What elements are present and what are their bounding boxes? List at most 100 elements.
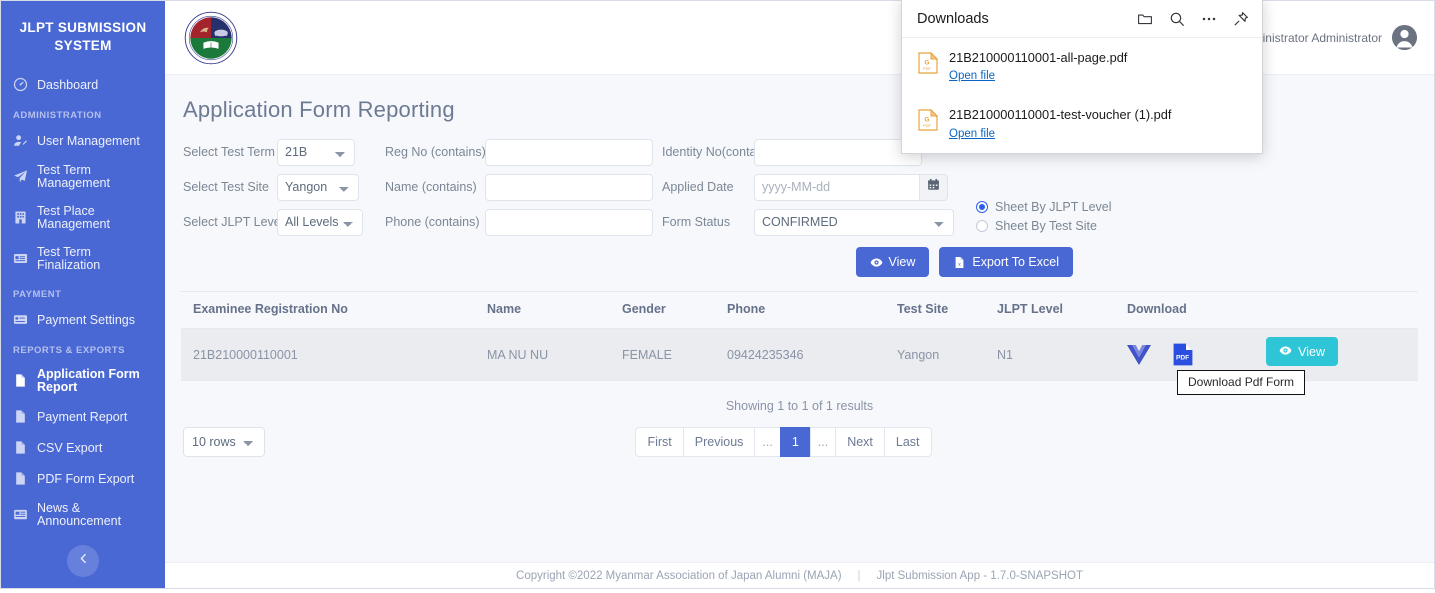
export-to-excel-button[interactable]: x Export To Excel [939, 247, 1073, 277]
sidebar-item-application-form-report[interactable]: Application Form Report [1, 360, 165, 401]
select-jlpt-level[interactable]: All Levels [277, 208, 363, 236]
more-options-icon[interactable] [1201, 11, 1217, 27]
identity-no-input[interactable] [754, 138, 922, 166]
applied-date-label: Applied Date [662, 180, 734, 194]
pager-dots-right[interactable]: ... [809, 427, 836, 457]
search-icon[interactable] [1169, 11, 1185, 27]
pager: First Previous ... 1 ... Next Last [635, 427, 932, 457]
newspaper-icon [13, 507, 28, 522]
results-summary: Showing 1 to 1 of 1 results [725, 399, 874, 413]
applied-date-input[interactable] [754, 173, 919, 201]
filter-row-test-site: Select Test Site Yangon [183, 173, 363, 201]
sidebar-item-label: Dashboard [37, 77, 99, 92]
pager-dots-left[interactable]: ... [754, 427, 780, 457]
download-item-text: 21B210000110001-all-page.pdf Open file [949, 49, 1127, 84]
sidebar-item-news-announcement[interactable]: News & Announcement [1, 494, 165, 535]
row-view-button-label: View [1298, 344, 1325, 359]
user-plus-icon [13, 133, 28, 148]
sidebar-item-pdf-form-export[interactable]: PDF Form Export [1, 463, 165, 494]
open-file-link[interactable]: Open file [949, 70, 995, 82]
downloads-popup: Downloads G PDF 21B210000110001-all-page… [901, 0, 1263, 154]
open-file-link[interactable]: Open file [949, 128, 995, 140]
sidebar-item-test-term-management[interactable]: Test Term Management [1, 156, 165, 197]
sidebar-item-dashboard[interactable]: Dashboard [1, 69, 165, 100]
sidebar-item-label: Application Form Report [37, 367, 140, 394]
sidebar-item-label: PDF Form Export [37, 471, 135, 486]
sidebar-item-label: Test Place Management [37, 204, 110, 231]
sidebar-item-label: CSV Export [37, 440, 103, 455]
filter-row-test-term: Select Test Term 21B [183, 138, 363, 166]
download-file-name: 21B210000110001-test-voucher (1).pdf [949, 107, 1172, 123]
name-label: Name (contains) [385, 180, 477, 194]
open-folder-icon[interactable] [1137, 11, 1153, 27]
column-header-name: Name [481, 291, 616, 329]
radio-sheet-by-test-site[interactable]: Sheet By Test Site [976, 216, 1112, 235]
phone-label: Phone (contains) [385, 215, 480, 229]
sidebar-item-payment-report[interactable]: Payment Report [1, 401, 165, 432]
download-item: G PDF 21B210000110001-all-page.pdf Open … [902, 38, 1262, 95]
sidebar-item-label: Payment Report [37, 409, 128, 424]
pager-last[interactable]: Last [883, 427, 932, 457]
sidebar-collapse-wrap [1, 535, 165, 593]
cell-jlpt-level: N1 [991, 328, 1121, 381]
rows-per-page-select[interactable]: 10 rows [183, 427, 265, 457]
identity-no-label: Identity No(contains) [662, 145, 777, 159]
pager-next[interactable]: Next [835, 427, 884, 457]
sidebar-collapse-button[interactable] [67, 545, 99, 578]
sidebar-item-test-term-finalization[interactable]: Test Term Finalization [1, 238, 165, 279]
report-table: Examinee Registration No Name Gender Pho… [181, 291, 1418, 395]
column-header-phone: Phone [721, 291, 891, 329]
calendar-picker-button[interactable] [919, 173, 948, 201]
chevron-left-icon [77, 552, 90, 570]
sidebar-section-reports-exports: REPORTS & EXPORTS [13, 345, 125, 357]
download-item-text: 21B210000110001-test-voucher (1).pdf Ope… [949, 106, 1171, 141]
cell-name: MA NU NU [481, 328, 616, 381]
phone-input[interactable] [485, 208, 653, 236]
pager-previous[interactable]: Previous [682, 427, 755, 457]
reg-no-input[interactable] [485, 138, 653, 166]
name-input[interactable] [485, 173, 653, 201]
page-footer: Copyright ©2022 Myanmar Association of J… [165, 562, 1434, 588]
sidebar-item-user-management[interactable]: User Management [1, 125, 165, 156]
radio-sheet-by-jlpt-level[interactable]: Sheet By JLPT Level [976, 197, 1112, 216]
eye-icon [1279, 344, 1292, 360]
sidebar-section-administration: ADMINISTRATION [13, 110, 102, 122]
filter-column-text-inputs: Reg No (contains) Name (contains) Phone … [385, 138, 653, 236]
sidebar-item-test-place-management[interactable]: Test Place Management [1, 197, 165, 238]
sidebar-section-payment: PAYMENT [13, 289, 62, 301]
pdf-file-icon: G PDF [918, 106, 938, 131]
user-menu[interactable]: Administrator Administrator [1238, 24, 1418, 51]
table-body: 21B210000110001 MA NU NU FEMALE 09424235… [181, 328, 1418, 395]
sidebar-item-label: User Management [37, 133, 140, 148]
report-table-wrapper: Examinee Registration No Name Gender Pho… [181, 291, 1418, 395]
sidebar-item-payment-settings[interactable]: Payment Settings [1, 304, 165, 335]
footer-copyright: Copyright ©2022 Myanmar Association of J… [516, 569, 842, 582]
column-header-jlpt-level: JLPT Level [991, 291, 1121, 329]
form-status-label: Form Status [662, 215, 731, 229]
cell-reg-no: 21B210000110001 [181, 328, 481, 381]
downloads-popup-header: Downloads [902, 0, 1262, 38]
downloads-popup-actions [1137, 11, 1249, 27]
row-view-button[interactable]: View [1266, 337, 1338, 366]
download-item: G PDF 21B210000110001-test-voucher (1).p… [902, 95, 1262, 152]
view-button-label: View [888, 255, 916, 269]
form-status-select[interactable]: CONFIRMED [754, 208, 954, 236]
pin-icon[interactable] [1233, 11, 1249, 27]
view-button[interactable]: View [855, 247, 930, 277]
pdf-file-icon[interactable]: PDF [1173, 343, 1193, 366]
sidebar-item-label: News & Announcement [37, 501, 122, 528]
radio-unselected-icon [976, 219, 988, 232]
select-test-term[interactable]: 21B [277, 138, 355, 166]
pager-page-1[interactable]: 1 [779, 427, 810, 457]
filter-row-form-status: Form Status CONFIRMED [662, 208, 954, 236]
svg-text:PDF: PDF [923, 123, 932, 128]
column-header-reg-no: Examinee Registration No [181, 291, 481, 329]
sidebar-item-csv-export[interactable]: CSV Export [1, 432, 165, 463]
downloads-popup-title: Downloads [917, 11, 989, 27]
voucher-v-icon[interactable] [1127, 344, 1151, 365]
download-file-name: 21B210000110001-all-page.pdf [949, 50, 1128, 65]
select-jlpt-level-label: Select JLPT Level [183, 215, 284, 229]
sidebar-item-label: Test Term Finalization [37, 245, 101, 272]
select-test-site[interactable]: Yangon [277, 173, 359, 201]
pager-first[interactable]: First [635, 427, 683, 457]
